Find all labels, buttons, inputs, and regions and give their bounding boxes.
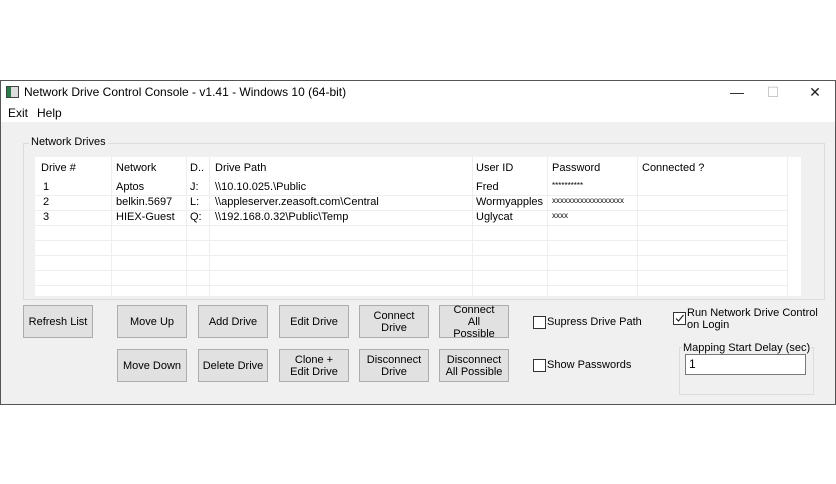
table-cell: Fred: [476, 181, 499, 193]
column-header[interactable]: Password: [552, 162, 600, 174]
app-window: Network Drive Control Console - v1.41 - …: [0, 80, 836, 405]
refresh-list-button[interactable]: Refresh List: [23, 305, 93, 338]
app-icon: [6, 86, 19, 98]
table-cell: xxxx: [552, 211, 568, 220]
drives-table[interactable]: Drive # Network D.. Drive Path User ID Passwo…: [35, 157, 801, 301]
suppress-path-label: Supress Drive Path: [547, 316, 642, 328]
table-cell: 2: [43, 196, 50, 208]
menu-help[interactable]: Help: [37, 106, 62, 120]
table-cell: **********: [552, 181, 584, 190]
menu-bar: Exit Help: [1, 103, 835, 122]
table-cell: Aptos: [116, 181, 145, 193]
move-up-button[interactable]: Move Up: [117, 305, 187, 338]
maximize-button[interactable]: ☐: [753, 81, 793, 103]
group-label: Network Drives: [29, 136, 108, 148]
minimize-button[interactable]: —: [717, 81, 757, 103]
table-cell: Wormyapples: [476, 196, 544, 208]
table-cell: belkin.5697: [116, 196, 173, 208]
table-row[interactable]: 3 HIEX-Guest Q: \\192.168.0.32\Public\Temp U…: [35, 210, 787, 226]
table-cell: \\10.10.025.\Public: [215, 181, 307, 193]
column-header[interactable]: User ID: [476, 162, 513, 174]
disconnect-drive-button[interactable]: Disconnect Drive: [359, 349, 429, 382]
table-cell: xxxxxxxxxxxxxxxxxx: [552, 196, 624, 205]
disconnect-all-button[interactable]: Disconnect All Possible: [439, 349, 509, 382]
table-cell: J:: [190, 181, 199, 193]
table-cell: 1: [43, 181, 50, 193]
table-cell: HIEX-Guest: [116, 211, 175, 223]
empty-row: [35, 270, 787, 286]
clone-edit-drive-button[interactable]: Clone + Edit Drive: [279, 349, 349, 382]
run-on-login-label: Run Network Drive Control on Login: [687, 307, 818, 331]
table-cell: \\192.168.0.32\Public\Temp: [215, 211, 349, 223]
close-button[interactable]: ✕: [795, 81, 835, 103]
table-cell: L:: [190, 196, 200, 208]
table-cell: 3: [43, 211, 50, 223]
connect-all-button[interactable]: Connect All Possible: [439, 304, 509, 340]
column-header[interactable]: Network: [116, 162, 156, 174]
column-header[interactable]: Drive #: [41, 162, 76, 174]
table-cell: Q:: [190, 211, 202, 223]
window-title: Network Drive Control Console - v1.41 - …: [24, 85, 347, 99]
table-cell: \\appleserver.zeasoft.com\Central: [215, 196, 379, 208]
table-row[interactable]: 1 Aptos J: \\10.10.025.\Public Fred *********…: [35, 180, 787, 196]
show-passwords-checkbox[interactable]: [533, 359, 546, 372]
empty-row: [35, 240, 787, 256]
empty-row: [35, 285, 787, 301]
move-down-button[interactable]: Move Down: [117, 349, 187, 382]
menu-exit[interactable]: Exit: [8, 106, 28, 120]
table-cell: Uglycat: [476, 211, 513, 223]
empty-row: [35, 255, 787, 271]
show-passwords-label: Show Passwords: [547, 359, 632, 371]
column-header[interactable]: Connected ?: [642, 162, 704, 174]
checkmark-icon: [675, 314, 684, 322]
add-drive-button[interactable]: Add Drive: [198, 305, 268, 338]
mapping-delay-label: Mapping Start Delay (sec): [682, 342, 812, 354]
connect-drive-button[interactable]: Connect Drive: [359, 305, 429, 338]
table-row[interactable]: 2 belkin.5697 L: \\appleserver.zeasoft.com\…: [35, 195, 787, 211]
column-header[interactable]: D..: [190, 162, 204, 174]
suppress-path-checkbox[interactable]: [533, 316, 546, 329]
title-bar: Network Drive Control Console - v1.41 - …: [1, 81, 835, 103]
run-on-login-checkbox[interactable]: [673, 312, 686, 325]
edit-drive-button[interactable]: Edit Drive: [279, 305, 349, 338]
column-header[interactable]: Drive Path: [215, 162, 266, 174]
mapping-delay-input[interactable]: 1: [685, 354, 806, 375]
empty-row: [35, 225, 787, 241]
delete-drive-button[interactable]: Delete Drive: [198, 349, 268, 382]
